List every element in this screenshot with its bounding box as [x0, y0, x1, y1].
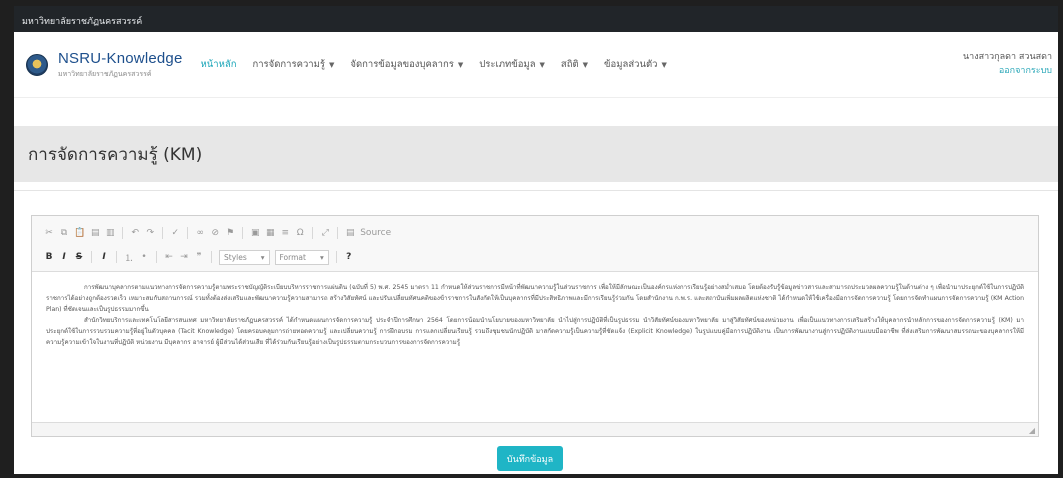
- copy-icon[interactable]: ⧉: [59, 228, 69, 238]
- spellcheck-icon[interactable]: ✓: [170, 228, 180, 238]
- nav-item-label: สถิติ: [560, 59, 579, 70]
- nav-item-label: การจัดการความรู้: [252, 59, 325, 70]
- strikethrough-icon[interactable]: S: [74, 252, 84, 262]
- special-char-icon[interactable]: Ω: [295, 228, 305, 238]
- styles-label: Styles: [224, 252, 247, 262]
- save-button[interactable]: บันทึกข้อมูล: [497, 446, 563, 471]
- nav-item-label: ประเภทข้อมูล: [479, 59, 536, 70]
- nav-item-label: หน้าหลัก: [200, 59, 237, 70]
- nav-item-knowledge-management[interactable]: การจัดการความรู้ ▼: [252, 57, 334, 72]
- undo-icon[interactable]: ↶: [130, 228, 140, 238]
- horizontal-line-icon[interactable]: ≡: [280, 228, 290, 238]
- outdent-icon[interactable]: ⇤: [164, 252, 174, 262]
- indent-icon[interactable]: ⇥: [179, 252, 189, 262]
- nav-item-profile[interactable]: ข้อมูลส่วนตัว ▼: [604, 57, 667, 72]
- caret-down-icon: ▼: [539, 60, 545, 69]
- page-title-band: การจัดการความรู้ (KM): [14, 126, 1058, 182]
- chevron-down-icon: ▾: [260, 252, 265, 262]
- chevron-down-icon: ▾: [319, 252, 324, 262]
- paste-word-icon[interactable]: ▥: [105, 228, 115, 238]
- maximize-icon[interactable]: ⤢: [320, 228, 330, 238]
- top-strip: มหาวิทยาลัยราชภัฏนครสวรรค์: [14, 6, 1058, 32]
- caret-down-icon: ▼: [582, 60, 589, 69]
- blockquote-icon[interactable]: ❞: [194, 252, 204, 262]
- numbered-list-icon[interactable]: ⒈: [124, 251, 134, 264]
- brand[interactable]: NSRU-Knowledge มหาวิทยาลัยราชภัฏนครสวรรค…: [58, 50, 183, 80]
- toolbar-divider: [91, 251, 92, 263]
- styles-dropdown[interactable]: Styles ▾: [219, 249, 270, 265]
- nav-item-home[interactable]: หน้าหลัก: [201, 57, 237, 72]
- caret-down-icon: ▼: [661, 60, 667, 69]
- toolbar-divider: [116, 251, 117, 263]
- toolbar-divider: [312, 227, 314, 239]
- remove-format-icon[interactable]: I: [99, 252, 109, 262]
- paste-icon[interactable]: 📋: [74, 228, 85, 238]
- page-title: การจัดการความรู้ (KM): [28, 145, 203, 165]
- brand-title[interactable]: NSRU-Knowledge: [58, 50, 183, 67]
- resize-grip-icon[interactable]: ◢: [1029, 426, 1035, 435]
- link-icon[interactable]: ∞: [195, 228, 205, 238]
- anchor-icon[interactable]: ⚑: [225, 228, 235, 238]
- content-card: ✂ ⧉ 📋 ▤ ▥ ↶ ↷ ✓ ∞ ⊘ ⚑ ▣ ▦ ≡ Ω ⤢ ▤ Source…: [14, 190, 1058, 474]
- nav-item-label: จัดการข้อมูลของบุคลากร: [350, 59, 454, 70]
- toolbar-divider: [335, 251, 337, 263]
- toolbar-divider: [156, 251, 157, 263]
- editor-content[interactable]: การพัฒนาบุคลากรตามแนวทางการจัดการความรู้…: [32, 272, 1038, 390]
- redo-icon[interactable]: ↷: [145, 228, 155, 238]
- toolbar-divider: [122, 227, 124, 239]
- paste-text-icon[interactable]: ▤: [90, 228, 100, 238]
- main-menu: หน้าหลัก การจัดการความรู้ ▼ จัดการข้อมูล…: [201, 57, 667, 72]
- toolbar-divider: [187, 227, 189, 239]
- cut-icon[interactable]: ✂: [44, 228, 54, 238]
- editor-toolbar: ✂ ⧉ 📋 ▤ ▥ ↶ ↷ ✓ ∞ ⊘ ⚑ ▣ ▦ ≡ Ω ⤢ ▤ Source…: [32, 216, 1038, 272]
- content-paragraph: สำนักวิทยบริการและเทคโนโลยีสารสนเทศ มหาว…: [46, 317, 1024, 346]
- user-panel: นางสาวกุลดา สวนสดา ออกจากระบบ: [963, 50, 1052, 78]
- toolbar-divider: [211, 251, 212, 263]
- toolbar-divider: [162, 227, 164, 239]
- bold-icon[interactable]: B: [44, 252, 54, 262]
- nav-item-data-types[interactable]: ประเภทข้อมูล ▼: [479, 57, 545, 72]
- user-name: นางสาวกุลดา สวนสดา: [962, 52, 1052, 62]
- rich-text-editor[interactable]: ✂ ⧉ 📋 ▤ ▥ ↶ ↷ ✓ ∞ ⊘ ⚑ ▣ ▦ ≡ Ω ⤢ ▤ Source…: [31, 215, 1039, 437]
- nav-item-label: ข้อมูลส่วนตัว: [604, 59, 658, 70]
- content-paragraph: การพัฒนาบุคลากรตามแนวทางการจัดการความรู้…: [46, 284, 1024, 313]
- university-logo-icon[interactable]: [26, 53, 48, 76]
- toolbar-row-2: B I S I ⒈ • ⇤ ⇥ ❞ Styles ▾ Format ▾ ?: [44, 248, 1026, 266]
- caret-down-icon: ▼: [457, 60, 464, 69]
- toolbar-divider: [242, 227, 244, 239]
- navbar: NSRU-Knowledge มหาวิทยาลัยราชภัฏนครสวรรค…: [14, 32, 1058, 98]
- nav-item-statistics[interactable]: สถิติ ▼: [561, 57, 588, 72]
- toolbar-row-1: ✂ ⧉ 📋 ▤ ▥ ↶ ↷ ✓ ∞ ⊘ ⚑ ▣ ▦ ≡ Ω ⤢ ▤ Source: [44, 224, 1026, 242]
- format-dropdown[interactable]: Format ▾: [274, 249, 329, 265]
- unlink-icon[interactable]: ⊘: [210, 228, 220, 238]
- image-icon[interactable]: ▣: [250, 228, 260, 238]
- bulleted-list-icon[interactable]: •: [139, 252, 149, 262]
- editor-statusbar: ◢: [32, 422, 1038, 436]
- source-icon[interactable]: ▤: [345, 228, 355, 238]
- toolbar-divider: [337, 227, 339, 239]
- logout-link[interactable]: ออกจากระบบ: [963, 64, 1052, 78]
- browser-page: มหาวิทยาลัยราชภัฏนครสวรรค์ NSRU-Knowledg…: [14, 6, 1058, 474]
- brand-subtitle: มหาวิทยาลัยราชภัฏนครสวรรค์: [58, 69, 152, 78]
- help-icon[interactable]: ?: [344, 252, 354, 262]
- format-label: Format: [279, 252, 306, 262]
- source-button[interactable]: Source: [360, 228, 391, 238]
- caret-down-icon: ▼: [328, 60, 335, 69]
- nav-item-staff-data[interactable]: จัดการข้อมูลของบุคลากร ▼: [350, 57, 463, 72]
- top-strip-text: มหาวิทยาลัยราชภัฏนครสวรรค์: [22, 17, 143, 27]
- table-icon[interactable]: ▦: [265, 228, 275, 238]
- italic-icon[interactable]: I: [59, 252, 69, 262]
